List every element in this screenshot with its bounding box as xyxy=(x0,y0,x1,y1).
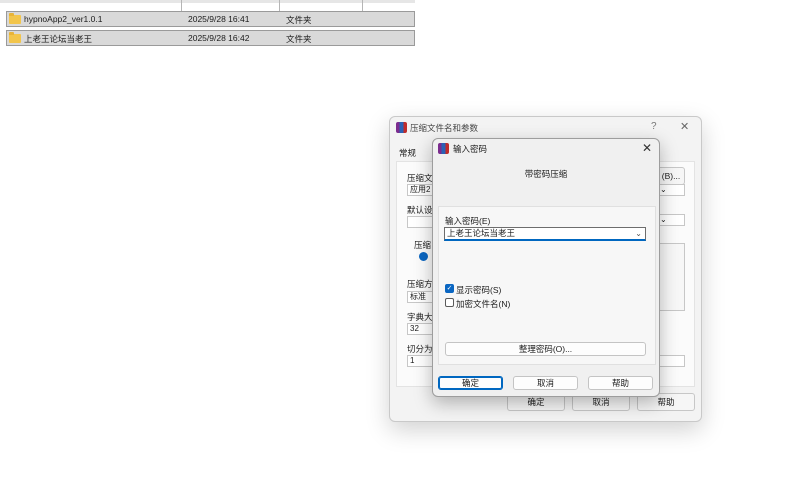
password-value: 上老王论坛当老王 xyxy=(447,228,516,238)
show-password-label: 显示密码(S) xyxy=(456,285,502,295)
folder-icon xyxy=(9,32,21,43)
chevron-down-icon: ⌄ xyxy=(660,185,667,194)
folder-icon xyxy=(9,13,21,24)
dialog-title: 输入密码 xyxy=(453,144,488,154)
update-mode-select[interactable]: ⌄ xyxy=(657,184,685,196)
archive-name-label: 压缩文 xyxy=(407,173,433,183)
encrypt-filenames-checkbox[interactable] xyxy=(445,298,454,307)
help-icon[interactable]: ? xyxy=(651,121,657,132)
file-list: hypnoApp2_ver1.0.1 2025/9/28 16:41 文件夹 上… xyxy=(0,0,420,48)
file-type: 文件夹 xyxy=(286,15,312,25)
show-password-checkbox[interactable]: ✓ xyxy=(445,284,454,293)
table-row[interactable]: hypnoApp2_ver1.0.1 2025/9/28 16:41 文件夹 xyxy=(6,11,415,27)
password-input[interactable]: 上老王论坛当老王 ⌄ xyxy=(444,227,646,241)
table-row[interactable]: 上老王论坛当老王 2025/9/28 16:42 文件夹 xyxy=(6,30,415,46)
ok-button[interactable]: 确定 xyxy=(438,376,503,390)
file-date: 2025/9/28 16:42 xyxy=(188,33,250,43)
organize-passwords-button[interactable]: 整理密码(O)... xyxy=(445,342,646,356)
cancel-button[interactable]: 取消 xyxy=(513,376,578,390)
file-type: 文件夹 xyxy=(286,34,312,44)
split-volume-label: 切分为 xyxy=(407,344,433,354)
dialog-heading: 带密码压缩 xyxy=(524,169,568,179)
winrar-icon xyxy=(438,143,449,154)
winrar-icon xyxy=(396,122,407,133)
encrypt-filenames-label: 加密文件名(N) xyxy=(456,299,511,309)
close-icon[interactable]: ✕ xyxy=(642,141,652,155)
dictionary-size-label: 字典大 xyxy=(407,312,433,322)
format-rar-radio[interactable] xyxy=(419,252,428,261)
update-select[interactable]: ⌄ xyxy=(657,214,685,226)
password-field-stub[interactable] xyxy=(657,355,685,367)
dialog-title: 压缩文件名和参数 xyxy=(410,123,479,133)
default-settings-label: 默认设 xyxy=(407,205,433,215)
list-header-strip xyxy=(0,0,415,3)
help-button[interactable]: 帮助 xyxy=(588,376,653,390)
browse-button[interactable]: (B)... xyxy=(657,167,685,185)
format-group-label: 压缩 xyxy=(414,240,432,250)
password-label: 输入密码(E) xyxy=(445,216,491,226)
close-icon[interactable]: ✕ xyxy=(680,120,689,133)
tab-general[interactable]: 常规 xyxy=(399,147,416,159)
chevron-down-icon[interactable]: ⌄ xyxy=(635,228,642,239)
chevron-down-icon: ⌄ xyxy=(660,215,667,224)
file-name: hypnoApp2_ver1.0.1 xyxy=(24,14,103,24)
options-box xyxy=(657,243,685,311)
password-dialog: 输入密码 ✕ 带密码压缩 输入密码(E) 上老王论坛当老王 ⌄ ✓ 显示密码(S… xyxy=(432,138,660,397)
compression-method-label: 压缩方 xyxy=(407,279,433,289)
file-date: 2025/9/28 16:41 xyxy=(188,14,250,24)
file-name: 上老王论坛当老王 xyxy=(24,34,93,44)
